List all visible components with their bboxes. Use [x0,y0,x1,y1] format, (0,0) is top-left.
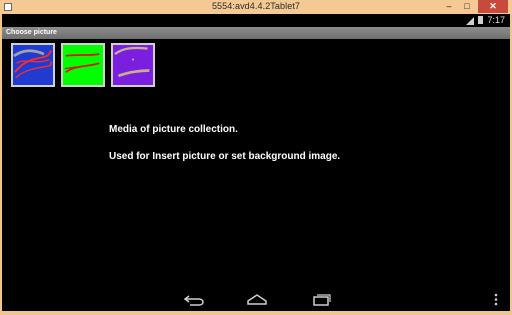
back-icon[interactable] [182,291,206,307]
emulator-window: 5554:avd4.4.2Tablet7 – □ ✕ 7:17 Choose p… [0,0,512,315]
maximize-button[interactable]: □ [458,0,476,13]
picture-thumbnail-1[interactable] [11,43,55,87]
info-text-usage: Used for Insert picture or set backgroun… [109,151,341,162]
overflow-menu-icon[interactable] [492,291,500,307]
navigation-bar [2,285,510,311]
close-button[interactable]: ✕ [478,0,508,13]
picture-1-image [13,45,53,85]
picture-thumbnail-3[interactable] [111,43,155,87]
window-title: 5554:avd4.4.2Tablet7 [211,1,301,11]
signal-icon [466,17,474,25]
device-screen: 7:17 Choose picture Media of picture col… [2,14,510,311]
battery-icon [478,16,483,24]
home-icon[interactable] [245,291,269,307]
info-text-collection: Media of picture collection. [109,124,238,135]
minimize-button[interactable]: – [440,0,458,13]
picture-2-image [63,45,103,85]
picture-thumbnail-2[interactable] [61,43,105,87]
window-titlebar: 5554:avd4.4.2Tablet7 – □ ✕ [0,0,512,14]
status-time: 7:17 [487,15,505,25]
actionbar-title: Choose picture [6,29,57,36]
picture-3-image [113,45,153,85]
recents-icon[interactable] [310,291,334,307]
action-bar: Choose picture [2,27,510,39]
status-bar: 7:17 [2,14,510,27]
